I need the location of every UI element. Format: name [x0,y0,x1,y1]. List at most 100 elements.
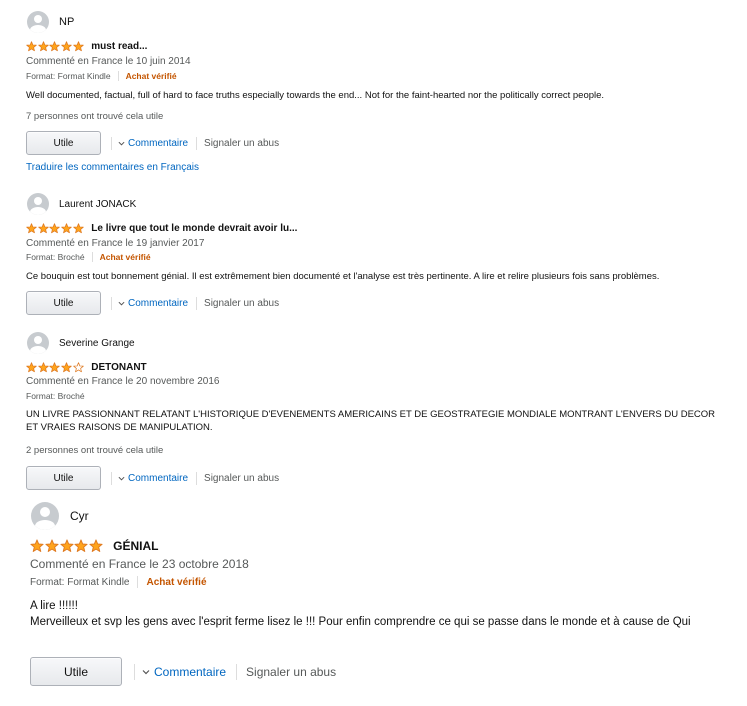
divider [111,296,112,310]
comment-link[interactable]: Commentaire [118,138,188,149]
star-filled-icon [60,539,74,552]
report-abuse-link[interactable]: Signaler un abus [246,665,336,679]
avatar[interactable] [27,11,49,33]
review-header: Cyr [31,502,89,530]
review-format-line: Format: Broché [26,391,85,401]
divider [117,71,119,81]
verified-badge: Achat vérifié [125,71,177,81]
rating-row: GÉNIAL [30,539,158,553]
star-filled-icon [45,539,59,552]
review-title[interactable]: Le livre que tout le monde devrait avoir… [91,223,297,234]
review-header: NP [27,11,74,33]
star-rating[interactable] [26,362,84,373]
rating-row: must read... [26,41,147,52]
helpful-count: 7 personnes ont trouvé cela utile [26,111,164,122]
reviewer-name[interactable]: Laurent JONACK [59,199,136,210]
star-filled-icon [37,362,49,373]
report-abuse-link[interactable]: Signaler un abus [204,473,279,484]
chevron-down-icon [118,476,125,481]
star-filled-icon [37,223,49,234]
star-empty-icon [72,362,84,373]
review-header: Laurent JONACK [27,193,136,215]
star-rating[interactable] [26,41,84,52]
review-title[interactable]: GÉNIAL [113,539,158,553]
review-body: Well documented, factual, full of hard t… [26,90,605,101]
report-abuse-link[interactable]: Signaler un abus [204,138,279,149]
star-filled-icon [61,362,72,373]
star-filled-icon [49,223,60,234]
review-format[interactable]: Format: Broché [26,391,85,401]
comment-link-label: Commentaire [128,137,189,149]
reviewer-name[interactable]: Severine Grange [59,338,135,349]
rating-row: Le livre que tout le monde devrait avoir… [26,223,297,234]
review-format[interactable]: Format: Format Kindle [30,577,129,588]
comment-link[interactable]: Commentaire [118,473,188,484]
verified-badge: Achat vérifié [146,576,207,588]
comment-link[interactable]: Commentaire [118,298,188,309]
star-filled-icon [72,223,84,234]
review-body: Ce bouquin est tout bonnement génial. Il… [26,271,660,282]
star-rating[interactable] [30,539,104,553]
comment-link-label: Commentaire [128,297,189,309]
star-filled-icon [61,223,72,234]
divider [134,663,135,680]
avatar[interactable] [27,332,49,354]
avatar[interactable] [27,193,49,215]
star-filled-icon [74,539,89,552]
comment-link-label: Commentaire [154,664,227,679]
review-header: Severine Grange [27,332,135,354]
review-format-line: Format: Broché Achat vérifié [26,252,151,262]
divider [196,136,198,150]
star-filled-icon [49,362,60,373]
review-format[interactable]: Format: Broché [26,252,85,262]
star-filled-icon [49,41,60,52]
chevron-down-icon [142,669,150,674]
review-date: Commenté en France le 23 octobre 2018 [30,557,249,571]
review-format-line: Format: Format Kindle Achat vérifié [30,576,207,588]
star-filled-icon [61,41,72,52]
star-filled-icon [37,41,49,52]
divider [91,252,93,262]
report-abuse-link[interactable]: Signaler un abus [204,298,279,309]
chevron-down-icon [118,141,125,146]
reviewer-name[interactable]: Cyr [70,509,89,523]
divider [236,663,238,680]
review-date: Commenté en France le 20 novembre 2016 [26,376,220,387]
review-title[interactable]: DETONANT [91,362,146,373]
verified-badge: Achat vérifié [99,252,151,262]
reviewer-name[interactable]: NP [59,16,74,28]
star-filled-icon [89,539,103,552]
review-body-line: A lire !!!!!! [30,600,78,612]
helpful-button[interactable]: Utile [30,657,122,686]
review-actions: Utile Commentaire Signaler un abus [26,131,279,155]
comment-link-label: Commentaire [128,472,189,484]
star-rating[interactable] [26,223,84,234]
helpful-button[interactable]: Utile [26,466,101,490]
divider [111,471,112,485]
divider [196,296,198,310]
review-body-line: Merveilleux et svp les gens avec l'espri… [30,616,691,629]
translate-link[interactable]: Traduire les commentaires en Français [26,162,199,173]
star-filled-icon [26,41,37,52]
review-body: UN LIVRE PASSIONNANT RELATANT L'HISTORIQ… [26,409,716,434]
review-actions: Utile Commentaire Signaler un abus [26,466,279,490]
helpful-button[interactable]: Utile [26,291,101,315]
divider [196,471,198,485]
helpful-button[interactable]: Utile [26,131,101,155]
avatar[interactable] [31,502,59,530]
star-filled-icon [30,539,44,552]
divider [137,576,139,588]
review-body: A lire !!!!!! Merveilleux et svp les gen… [30,598,708,630]
review-actions: Utile Commentaire Signaler un abus [30,657,336,686]
star-filled-icon [26,223,37,234]
review-format-line: Format: Format Kindle Achat vérifié [26,71,177,81]
review-title[interactable]: must read... [91,41,147,52]
comment-link[interactable]: Commentaire [142,665,226,679]
star-filled-icon [72,41,84,52]
chevron-down-icon [118,301,125,306]
star-filled-icon [26,362,37,373]
review-actions: Utile Commentaire Signaler un abus [26,291,279,315]
review-format[interactable]: Format: Format Kindle [26,71,111,81]
divider [111,136,112,150]
review-date: Commenté en France le 19 janvier 2017 [26,238,205,249]
